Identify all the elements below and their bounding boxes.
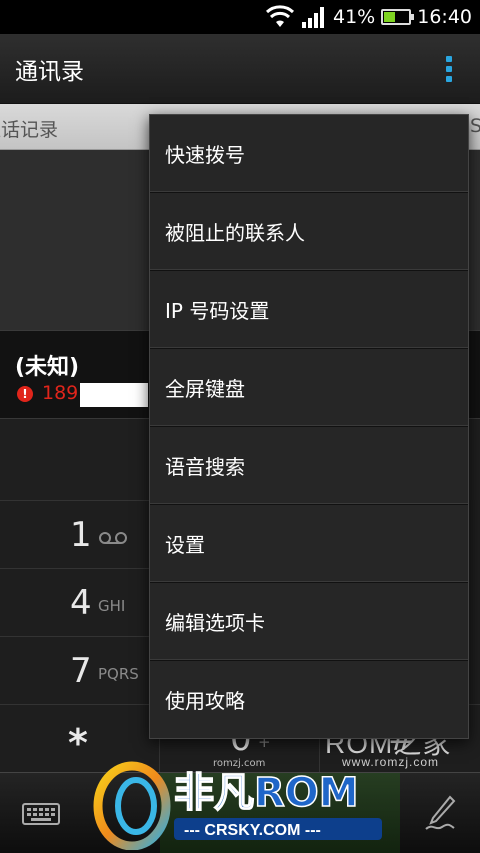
dial-key-7[interactable]: 7 PQRS	[0, 636, 160, 704]
clock: 16:40	[417, 6, 472, 28]
app-title: 通讯录	[15, 59, 84, 85]
menu-item-label: 设置	[165, 533, 205, 557]
menu-item-speed-dial[interactable]: 快速拨号	[150, 115, 468, 193]
overflow-menu: 快速拨号 被阻止的联系人 IP 号码设置 全屏键盘 语音搜索 设置 编辑选项卡 …	[149, 114, 469, 739]
status-bar: 41% 16:40	[0, 0, 480, 34]
battery-level-fill	[384, 12, 395, 22]
battery-percent: 41%	[333, 6, 376, 28]
menu-item-label: 编辑选项卡	[165, 611, 265, 635]
signal-icon	[302, 7, 324, 28]
crsky-url-text: --- CRSKY.COM ---	[184, 822, 321, 839]
menu-item-fullscreen-keyboard[interactable]: 全屏键盘	[150, 349, 468, 427]
overflow-menu-icon	[446, 56, 452, 62]
keyboard-icon[interactable]	[22, 803, 60, 825]
menu-item-label: IP 号码设置	[165, 299, 270, 323]
menu-item-label: 使用攻略	[165, 689, 245, 713]
menu-item-label: 全屏键盘	[165, 377, 245, 401]
menu-item-user-guide[interactable]: 使用攻略	[150, 661, 468, 739]
overflow-dot	[446, 66, 452, 72]
menu-item-label: 快速拨号	[165, 143, 245, 167]
feifan-rom-logo: 非凡ROM --- CRSKY.COM ---	[93, 761, 382, 850]
menu-item-voice-search[interactable]: 语音搜索	[150, 427, 468, 505]
menu-item-blocked-contacts[interactable]: 被阻止的联系人	[150, 193, 468, 271]
menu-item-settings[interactable]: 设置	[150, 505, 468, 583]
menu-item-edit-tabs[interactable]: 编辑选项卡	[150, 583, 468, 661]
overflow-menu-button[interactable]	[444, 56, 454, 86]
dial-key-digit: 7	[70, 651, 92, 691]
caller-name: (未知)	[15, 355, 80, 380]
feifan-brand-text: 非凡ROM	[174, 770, 359, 816]
dial-key-digit: 1	[70, 515, 92, 555]
dial-key-1[interactable]: 1	[0, 500, 160, 568]
action-bar: 通讯录	[0, 34, 480, 104]
menu-item-ip-number-settings[interactable]: IP 号码设置	[150, 271, 468, 349]
wifi-icon	[265, 5, 295, 27]
handwriting-pen-icon[interactable]	[422, 793, 458, 833]
voicemail-icon	[99, 532, 127, 544]
menu-item-label: 被阻止的联系人	[165, 221, 305, 245]
dial-key-letters: GHI	[98, 597, 126, 615]
tab-next-partial[interactable]: S	[470, 115, 480, 137]
overflow-dot	[446, 76, 452, 82]
missed-call-icon: !	[17, 386, 33, 402]
caller-number: 189	[42, 382, 79, 404]
menu-item-label: 语音搜索	[165, 455, 245, 479]
redaction-box	[80, 383, 148, 407]
dial-key-letters: PQRS	[98, 665, 139, 683]
battery-icon	[381, 9, 415, 25]
dial-key-4[interactable]: 4 GHI	[0, 568, 160, 636]
dial-key-digit: *	[68, 721, 88, 765]
dial-key-digit: 4	[70, 583, 92, 623]
status-icons: 41% 16:40	[265, 0, 472, 34]
tab-call-history[interactable]: 通话记录	[0, 115, 58, 142]
